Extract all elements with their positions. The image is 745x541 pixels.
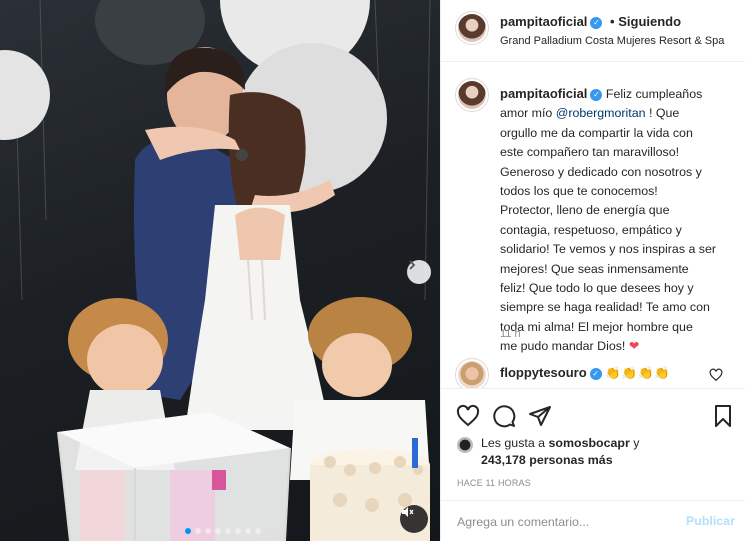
comment-input[interactable] xyxy=(457,512,677,532)
comment-like-heart-icon[interactable] xyxy=(709,368,723,382)
caption-author-avatar[interactable] xyxy=(455,78,489,112)
author-avatar[interactable] xyxy=(455,11,489,45)
verified-badge-icon: ✓ xyxy=(590,16,603,29)
caption-age[interactable]: 11 h xyxy=(500,328,521,340)
like-heart-icon[interactable] xyxy=(456,404,480,428)
liker-username[interactable]: somosbocapr xyxy=(549,436,630,450)
heart-emoji: ❤ xyxy=(628,339,640,354)
carousel-dot xyxy=(245,528,251,534)
caption-line: este compañero tan maravilloso! xyxy=(500,145,680,160)
publish-button[interactable]: Publicar xyxy=(686,514,735,528)
post-header: pampitaoficial ✓ • Siguiendo Grand Pallad… xyxy=(441,0,745,62)
caption-line: Feliz cumpleaños xyxy=(605,87,703,101)
instagram-post-modal: pampitaoficial ✓ • Siguiendo Grand Pallad… xyxy=(0,0,745,541)
commenter-avatar-image xyxy=(458,361,486,388)
caption-text: pampitaoficial ✓ Feliz cumpleaños amor mí… xyxy=(500,84,736,357)
header-name-row: pampitaoficial ✓ • Siguiendo xyxy=(500,14,681,29)
post-actions: Les gusta a somosbocapr y 243,178 person… xyxy=(441,388,745,500)
likes-suffix[interactable]: personas más xyxy=(529,453,612,467)
carousel-dot xyxy=(205,528,211,534)
carousel-dot xyxy=(225,528,231,534)
caption-area: pampitaoficial ✓ Feliz cumpleaños amor mí… xyxy=(441,62,745,388)
chevron-right-icon xyxy=(409,260,416,270)
post-video[interactable] xyxy=(0,0,440,541)
carousel-dot xyxy=(255,528,261,534)
caption-line: me pudo mandar Dios! xyxy=(500,339,626,354)
caption-line: Protector, lleno de energía que xyxy=(500,203,670,218)
caption-line: ! Que xyxy=(648,106,680,121)
caption-line: amor mío xyxy=(500,106,553,121)
likes-joiner: y xyxy=(633,436,640,450)
speaker-muted-icon xyxy=(402,507,414,517)
carousel-dot xyxy=(195,528,201,534)
mute-button[interactable] xyxy=(400,505,428,533)
comment-item: floppytesouro ✓ 👏👏👏👏 xyxy=(441,358,745,388)
add-comment-bar: Publicar xyxy=(441,500,745,541)
caption-author-avatar-image xyxy=(458,81,486,109)
video-frame-illustration xyxy=(0,0,431,541)
carousel-indicator xyxy=(185,528,261,534)
comment-body: 👏👏👏👏 xyxy=(605,366,671,380)
caption-author-username[interactable]: pampitaoficial xyxy=(500,86,587,101)
carousel-dot xyxy=(185,528,191,534)
author-username[interactable]: pampitaoficial xyxy=(500,14,587,29)
follow-dot: • xyxy=(610,14,615,29)
likes-count[interactable]: 243,178 xyxy=(481,453,526,467)
liker-avatar[interactable] xyxy=(457,437,473,453)
caption-line: mejores! Que seas inmensamente xyxy=(500,261,689,276)
following-button[interactable]: Siguiendo xyxy=(618,14,681,29)
carousel-dot xyxy=(215,528,221,534)
caption-line: siempre se haga realidad! Te amo con xyxy=(500,300,710,315)
caption-line: contagia, respetuoso, empático y xyxy=(500,222,682,237)
commenter-avatar[interactable] xyxy=(455,358,489,388)
caption-line: solidario! Te vemos y nos inspiras a ser xyxy=(500,242,717,257)
caption-line: Generoso y dedicado con nosotros y xyxy=(500,164,702,179)
caption-line: todos los que te conocemos! xyxy=(500,184,658,199)
author-avatar-image xyxy=(458,14,486,42)
commenter-username[interactable]: floppytesouro xyxy=(500,365,587,380)
caption-line: orgullo me da compartir la vida con xyxy=(500,125,693,140)
carousel-dot xyxy=(235,528,241,534)
share-paper-plane-icon[interactable] xyxy=(528,404,552,428)
caption-line: toda mi alma! El mejor hombre que xyxy=(500,319,693,334)
comment-text: floppytesouro ✓ 👏👏👏👏 xyxy=(500,365,671,381)
likes-prefix: Les gusta a xyxy=(481,436,546,450)
next-slide-button[interactable] xyxy=(407,260,431,284)
likes-summary: Les gusta a somosbocapr y 243,178 person… xyxy=(481,435,639,469)
save-bookmark-icon[interactable] xyxy=(711,404,735,428)
post-details-panel: pampitaoficial ✓ • Siguiendo Grand Pallad… xyxy=(440,0,745,541)
comment-bubble-icon[interactable] xyxy=(492,404,516,428)
caption-line: feliz! Que todo lo que desees hoy y xyxy=(500,281,694,296)
post-timestamp[interactable]: HACE 11 HORAS xyxy=(457,478,531,488)
post-location[interactable]: Grand Palladium Costa Mujeres Resort & S… xyxy=(500,35,724,47)
verified-badge-icon: ✓ xyxy=(589,367,602,380)
verified-badge-icon: ✓ xyxy=(590,88,603,101)
mention-link[interactable]: @robergmoritan xyxy=(556,106,646,120)
